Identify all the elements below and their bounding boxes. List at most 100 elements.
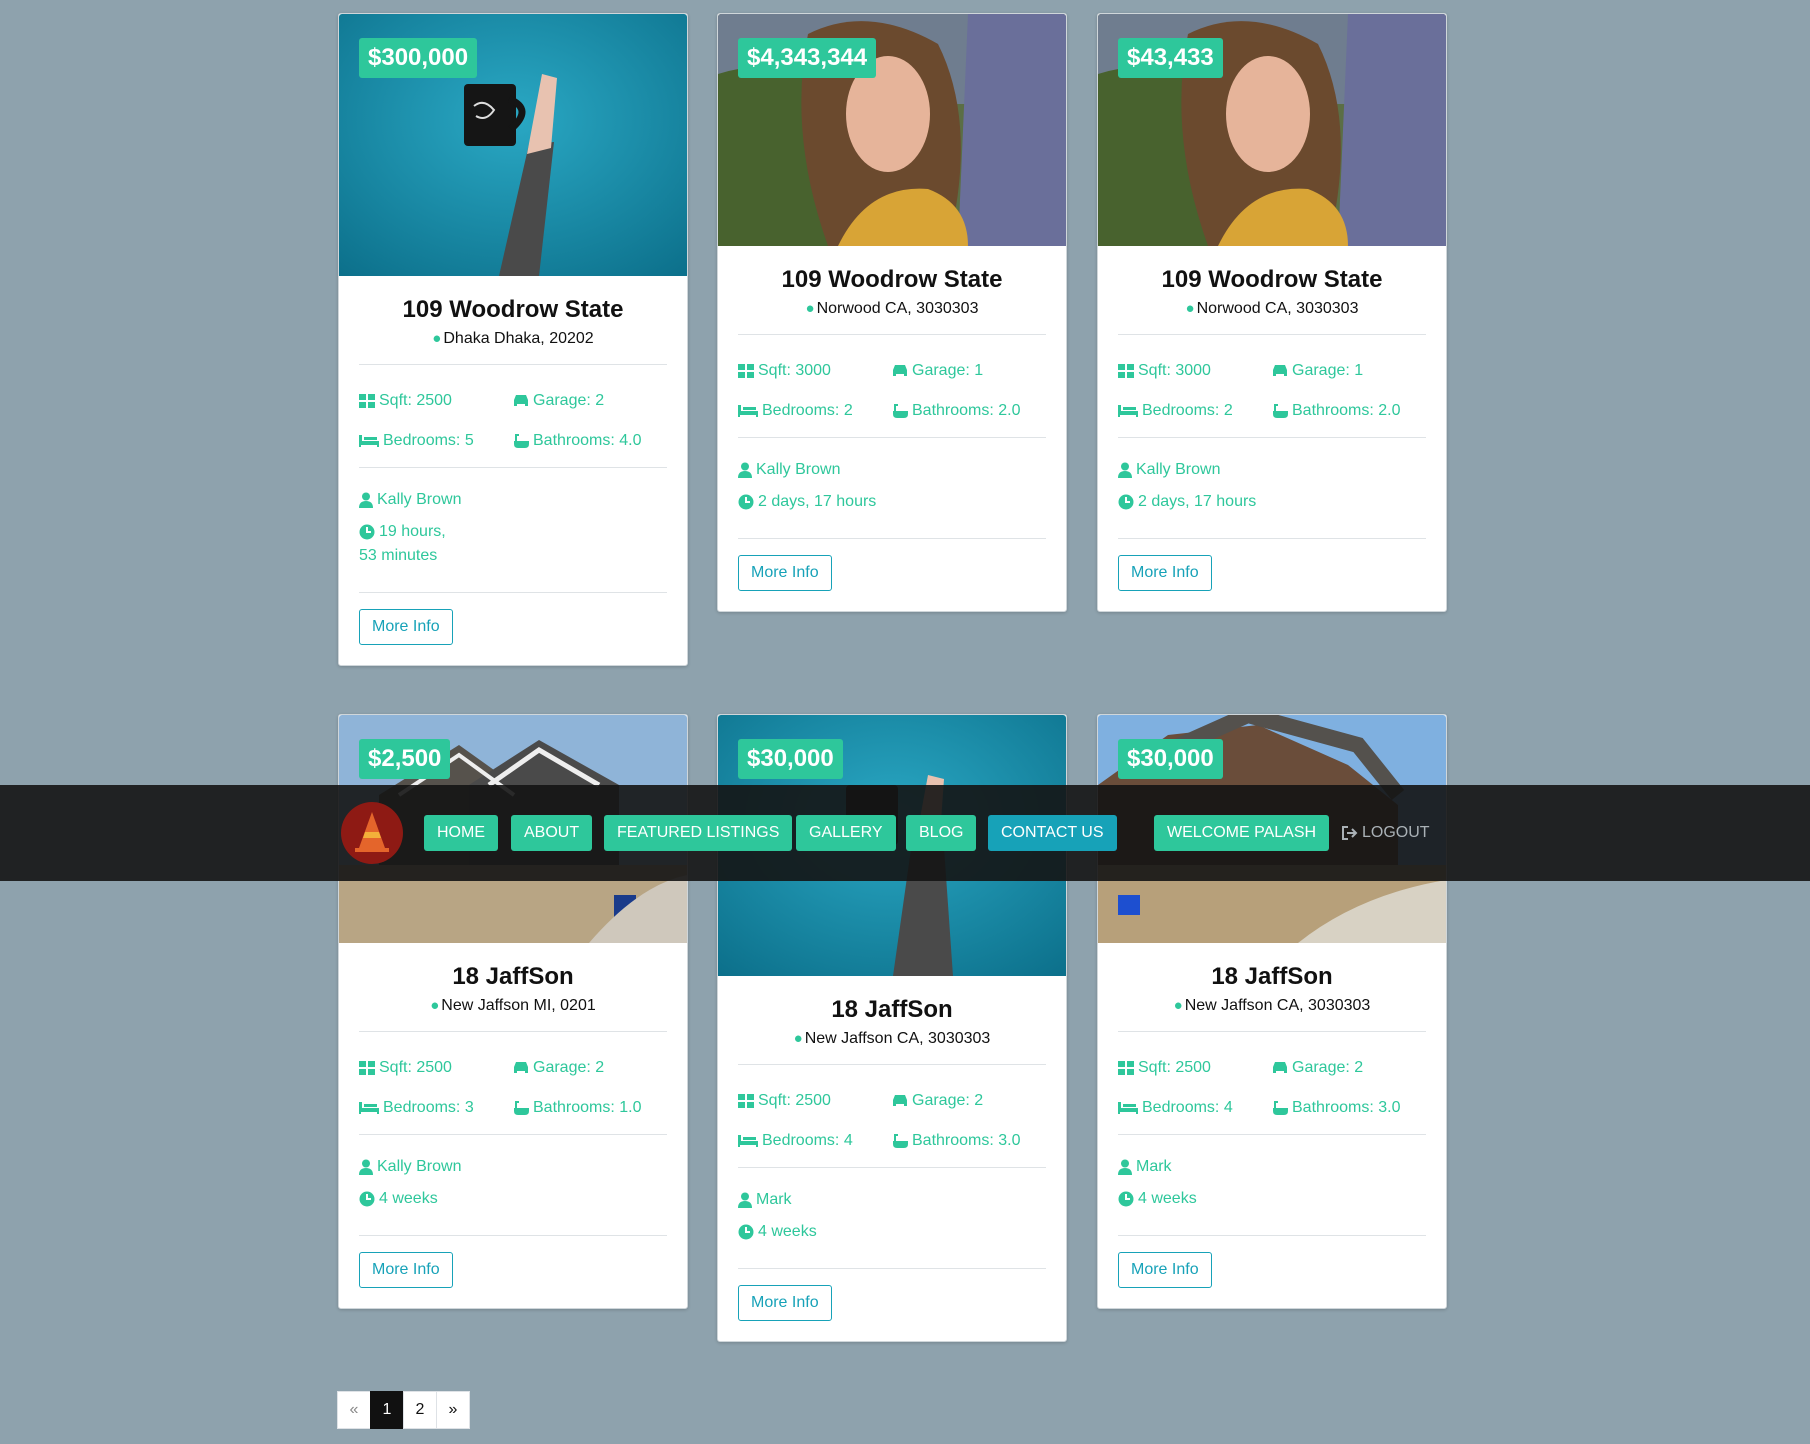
bathrooms-text: Bathrooms: 2.0 bbox=[1292, 402, 1401, 419]
car-icon bbox=[514, 395, 528, 407]
agent: Mark bbox=[1118, 1155, 1426, 1179]
time-text: 4 weeks bbox=[758, 1223, 817, 1240]
bathrooms: Bathrooms: 3.0 bbox=[892, 1121, 1046, 1161]
more-info-button[interactable]: More Info bbox=[738, 555, 832, 591]
price-badge: $30,000 bbox=[738, 739, 843, 779]
clock-icon bbox=[1118, 494, 1134, 510]
sqft-text: Sqft: 3000 bbox=[758, 362, 831, 379]
user-icon bbox=[359, 1159, 373, 1175]
bathrooms-text: Bathrooms: 3.0 bbox=[912, 1132, 1021, 1149]
listing-location: ● Norwood CA, 3030303 bbox=[738, 300, 1046, 318]
listing-image: $43,433 bbox=[1098, 14, 1446, 246]
page-1[interactable]: 1 bbox=[370, 1391, 404, 1429]
bath-icon bbox=[893, 403, 908, 418]
agent: Kally Brown bbox=[359, 1155, 667, 1179]
bathrooms: Bathrooms: 2.0 bbox=[1272, 391, 1426, 431]
listed-time: 4 weeks bbox=[359, 1187, 667, 1211]
price-badge: $2,500 bbox=[359, 739, 451, 779]
listing-location: ● Dhaka Dhaka, 20202 bbox=[359, 330, 667, 348]
listed-time: 4 weeks bbox=[1118, 1187, 1426, 1211]
bedrooms-text: Bedrooms: 4 bbox=[1142, 1099, 1233, 1116]
more-info-button[interactable]: More Info bbox=[359, 609, 453, 645]
location-text: New Jaffson CA, 3030303 bbox=[804, 1030, 991, 1047]
nav-contact-us[interactable]: CONTACT US bbox=[988, 815, 1117, 851]
user-icon bbox=[359, 492, 373, 508]
prev-page[interactable]: « bbox=[337, 1391, 371, 1429]
features: Sqft: 2500 Garage: 2 Bedrooms: 3 Bathroo… bbox=[359, 1032, 667, 1134]
sqft: Sqft: 2500 bbox=[1118, 1048, 1272, 1088]
location-text: Norwood CA, 3030303 bbox=[1196, 300, 1359, 317]
features: Sqft: 3000 Garage: 1 Bedrooms: 2 Bathroo… bbox=[738, 335, 1046, 437]
garage: Garage: 2 bbox=[513, 381, 667, 421]
listing-image: $4,343,344 bbox=[718, 14, 1066, 246]
bed-icon bbox=[738, 1134, 758, 1147]
map-marker-icon: ● bbox=[793, 1030, 803, 1047]
welcome-user-button[interactable]: WELCOME PALASH bbox=[1154, 815, 1330, 851]
listing-location: ● New Jaffson MI, 0201 bbox=[359, 997, 667, 1015]
bedrooms-text: Bedrooms: 4 bbox=[762, 1132, 853, 1149]
more-info-button[interactable]: More Info bbox=[738, 1285, 832, 1321]
sqft: Sqft: 2500 bbox=[359, 1048, 513, 1088]
sqft-text: Sqft: 2500 bbox=[1138, 1059, 1211, 1076]
garage-text: Garage: 1 bbox=[1292, 362, 1364, 379]
nav-blog[interactable]: BLOG bbox=[906, 815, 977, 851]
garage-text: Garage: 2 bbox=[912, 1092, 984, 1109]
th-large-icon bbox=[1118, 1060, 1134, 1075]
bathrooms: Bathrooms: 3.0 bbox=[1272, 1088, 1426, 1128]
bathrooms-text: Bathrooms: 2.0 bbox=[912, 402, 1021, 419]
page-2[interactable]: 2 bbox=[403, 1391, 437, 1429]
listing-title: 109 Woodrow State bbox=[781, 266, 1003, 293]
agent-name: Kally Brown bbox=[756, 461, 841, 478]
bath-icon bbox=[514, 1100, 529, 1115]
time-text: 4 weeks bbox=[1138, 1190, 1197, 1207]
listing-location: ● New Jaffson CA, 3030303 bbox=[1118, 997, 1426, 1015]
nav-about[interactable]: ABOUT bbox=[511, 815, 593, 851]
agent-name: Kally Brown bbox=[377, 1158, 462, 1175]
logout-label: LOGOUT bbox=[1362, 824, 1430, 841]
agent-name: Mark bbox=[1136, 1158, 1172, 1175]
bed-icon bbox=[1118, 1101, 1138, 1114]
bath-icon bbox=[893, 1133, 908, 1148]
logout-link[interactable]: LOGOUT bbox=[1342, 815, 1430, 851]
clock-icon bbox=[738, 1224, 754, 1240]
bedrooms: Bedrooms: 2 bbox=[738, 391, 892, 431]
bed-icon bbox=[359, 1101, 379, 1114]
bathrooms-text: Bathrooms: 4.0 bbox=[533, 432, 642, 449]
bathrooms-text: Bathrooms: 3.0 bbox=[1292, 1099, 1401, 1116]
features: Sqft: 3000 Garage: 1 Bedrooms: 2 Bathroo… bbox=[1118, 335, 1426, 437]
sqft: Sqft: 2500 bbox=[359, 381, 513, 421]
more-info-button[interactable]: More Info bbox=[359, 1252, 453, 1288]
garage: Garage: 1 bbox=[892, 351, 1046, 391]
logo-icon[interactable] bbox=[341, 802, 403, 864]
nav-home[interactable]: HOME bbox=[424, 815, 498, 851]
next-page[interactable]: » bbox=[436, 1391, 470, 1429]
bed-icon bbox=[738, 404, 758, 417]
sqft-text: Sqft: 2500 bbox=[758, 1092, 831, 1109]
listing-location: ● New Jaffson CA, 3030303 bbox=[738, 1030, 1046, 1048]
meta: Kally Brown 2 days, 17 hours bbox=[1118, 438, 1426, 538]
bedrooms-text: Bedrooms: 2 bbox=[762, 402, 853, 419]
bedrooms: Bedrooms: 4 bbox=[1118, 1088, 1272, 1128]
garage: Garage: 1 bbox=[1272, 351, 1426, 391]
clock-icon bbox=[738, 494, 754, 510]
listing-image: $300,000 bbox=[339, 14, 687, 276]
listing-card: $300,000 109 Woodrow State ● Dhaka Dhaka,… bbox=[338, 13, 688, 666]
bath-icon bbox=[1273, 1100, 1288, 1115]
listing-title: 18 JaffSon bbox=[831, 996, 953, 1023]
more-info-button[interactable]: More Info bbox=[1118, 555, 1212, 591]
map-marker-icon: ● bbox=[430, 997, 440, 1014]
th-large-icon bbox=[738, 1093, 754, 1108]
nav-featured-listings[interactable]: FEATURED LISTINGS bbox=[604, 815, 793, 851]
sqft: Sqft: 3000 bbox=[1118, 351, 1272, 391]
listing-card: $43,433 109 Woodrow State ● Norwood CA, 3… bbox=[1097, 13, 1447, 612]
listing-card: $4,343,344 109 Woodrow State ● Norwood CA… bbox=[717, 13, 1067, 612]
car-icon bbox=[1273, 365, 1287, 377]
bedrooms-text: Bedrooms: 3 bbox=[383, 1099, 474, 1116]
more-info-button[interactable]: More Info bbox=[1118, 1252, 1212, 1288]
location-text: New Jaffson MI, 0201 bbox=[441, 997, 596, 1014]
nav-gallery[interactable]: GALLERY bbox=[796, 815, 896, 851]
price-badge: $43,433 bbox=[1118, 38, 1223, 78]
listed-time: 4 weeks bbox=[738, 1220, 1046, 1244]
garage-text: Garage: 2 bbox=[533, 1059, 605, 1076]
meta: Kally Brown 19 hours, 53 minutes bbox=[359, 468, 667, 592]
